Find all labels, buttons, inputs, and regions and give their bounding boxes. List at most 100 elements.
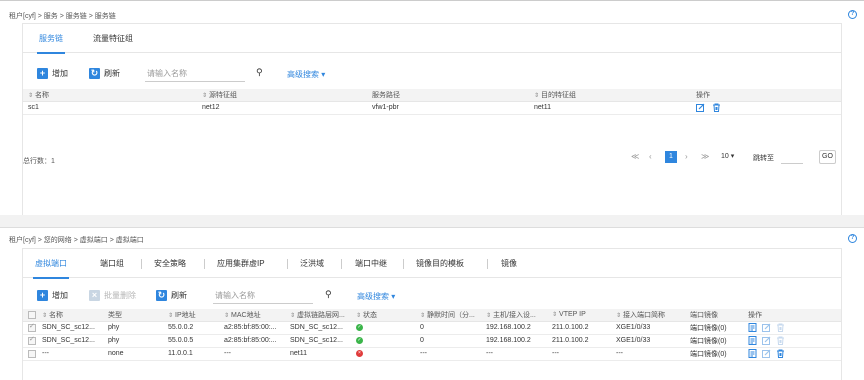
- advanced-search-link[interactable]: 高级搜索 ▾: [357, 291, 395, 302]
- tab-app-cluster-vip[interactable]: 应用集群虚IP: [217, 249, 265, 278]
- tab-mirror-dest-template[interactable]: 镜像目的模板: [416, 249, 464, 278]
- detail-icon[interactable]: [748, 336, 757, 345]
- table-header: ⇕ 名称 ⇕ 源特征组 服务路径 ⇕ 目的特征组 操作: [23, 89, 841, 102]
- edit-icon[interactable]: [762, 336, 771, 345]
- table-row[interactable]: sc1 net12 vfw1-pbr net11: [23, 101, 841, 115]
- column-source-feature[interactable]: ⇕ 源特征组: [197, 89, 367, 102]
- cell-source: net12: [197, 101, 367, 115]
- go-button[interactable]: GO: [819, 150, 836, 164]
- cell-vnet: SDN_SC_sc12...: [285, 321, 351, 335]
- tab-virtual-port[interactable]: 虚拟端口: [33, 249, 69, 279]
- search-icon[interactable]: ⚲: [325, 289, 332, 300]
- page-size-select[interactable]: 10 ▾: [721, 152, 734, 160]
- jump-page-input[interactable]: [781, 151, 803, 164]
- column-mac[interactable]: ⇕ MAC地址: [219, 309, 285, 322]
- cell-name: ---: [37, 347, 103, 361]
- tab-mirror[interactable]: 镜像: [501, 249, 517, 278]
- table-row[interactable]: SDN_SC_sc12...phy55.0.0.5a2:85:bf:85:00:…: [23, 334, 841, 348]
- column-host[interactable]: ⇕ 主机/接入设...: [481, 309, 547, 322]
- cell-host: 192.168.100.2: [481, 321, 547, 335]
- cell-mac: a2:85:bf:85:00:...: [219, 321, 285, 335]
- edit-icon[interactable]: [762, 349, 771, 358]
- cell-host: ---: [481, 347, 547, 361]
- tab-bar: 服务链 流量特征组: [23, 24, 841, 54]
- cell-path: vfw1-pbr: [367, 101, 529, 115]
- refresh-icon: ↻: [156, 290, 167, 301]
- status-indicator: ✓: [351, 321, 415, 335]
- cell-mac: a2:85:bf:85:00:...: [219, 334, 285, 348]
- column-name[interactable]: ⇕ 名称: [23, 89, 197, 102]
- status-indicator: ×: [351, 347, 415, 361]
- cell-type: phy: [103, 334, 163, 348]
- column-ip[interactable]: ⇕ IP地址: [163, 309, 219, 322]
- cell-vnet: net11: [285, 347, 351, 361]
- help-icon[interactable]: ?: [848, 234, 857, 243]
- last-page-button[interactable]: ≫: [701, 152, 709, 161]
- tab-separator: [141, 259, 142, 269]
- row-checkbox[interactable]: [23, 334, 37, 348]
- cell-mirror: 端口镜像(0): [685, 321, 743, 335]
- column-vtep[interactable]: ⇕ VTEP IP: [547, 309, 611, 322]
- select-all-checkbox[interactable]: [23, 309, 37, 322]
- tab-port-group[interactable]: 端口组: [100, 249, 124, 278]
- cell-name: sc1: [23, 101, 197, 115]
- jump-label: 跳转至: [753, 155, 774, 162]
- column-access-port[interactable]: ⇕ 接入端口简称: [611, 309, 685, 322]
- next-page-button[interactable]: ›: [685, 152, 688, 161]
- cell-host: 192.168.100.2: [481, 334, 547, 348]
- cell-vnet: SDN_SC_sc12...: [285, 334, 351, 348]
- detail-icon[interactable]: [748, 349, 757, 358]
- tab-port-relay[interactable]: 端口中继: [355, 249, 387, 278]
- column-port-mirror: 端口镜像: [685, 309, 743, 322]
- column-status[interactable]: ⇕ 状态: [351, 309, 415, 322]
- cell-vtep: ---: [547, 347, 611, 361]
- column-dest-feature[interactable]: ⇕ 目的特征组: [529, 89, 691, 102]
- refresh-icon: ↻: [89, 68, 100, 79]
- first-page-button[interactable]: ≪: [631, 152, 639, 161]
- delete-icon[interactable]: [776, 349, 785, 358]
- column-service-path: 服务路径: [367, 89, 529, 102]
- help-icon[interactable]: ?: [848, 10, 857, 19]
- cell-port: XGE1/0/33: [611, 334, 685, 348]
- cell-actions: [743, 321, 841, 335]
- row-checkbox[interactable]: [23, 321, 37, 335]
- cell-actions: [743, 347, 841, 361]
- plus-icon: +: [37, 290, 48, 301]
- status-ok-icon: ✓: [356, 323, 363, 331]
- advanced-search-link[interactable]: 高级搜索 ▾: [287, 69, 325, 80]
- detail-icon[interactable]: [748, 323, 757, 332]
- cell-name: SDN_SC_sc12...: [37, 334, 103, 348]
- column-vnet[interactable]: ⇕ 虚拟链路层网...: [285, 309, 351, 322]
- pagination: ≪ ‹ 1 › ≫ 10 ▾ 跳转至 GO: [631, 150, 841, 166]
- toolbar: + 增加 ↻ 刷新 ⚲ 高级搜索 ▾: [23, 64, 841, 84]
- prev-page-button[interactable]: ‹: [649, 152, 652, 161]
- tab-flood-domain[interactable]: 泛洪域: [300, 249, 324, 278]
- table-row[interactable]: --- none 11.0.0.1 --- net11 × --- --- --- --- 端口镜像…: [23, 347, 841, 361]
- delete-icon[interactable]: [712, 103, 721, 112]
- row-checkbox[interactable]: [23, 347, 37, 361]
- tab-service-chain[interactable]: 服务链: [37, 24, 65, 54]
- column-name[interactable]: ⇕ 名称: [37, 309, 103, 322]
- total-rows: 总行数：1: [23, 158, 55, 165]
- edit-icon[interactable]: [696, 103, 705, 112]
- current-page[interactable]: 1: [665, 151, 677, 163]
- table-row[interactable]: SDN_SC_sc12...phy55.0.0.2a2:85:bf:85:00:…: [23, 321, 841, 335]
- search-input[interactable]: [145, 66, 245, 81]
- service-chain-panel: 租户[cyf] > 服务 > 服务链 > 服务链 ? 服务链 流量特征组 + 增…: [0, 0, 864, 215]
- delete-icon[interactable]: [776, 336, 785, 345]
- tab-separator: [287, 259, 288, 269]
- cell-mac: ---: [219, 347, 285, 361]
- edit-icon[interactable]: [762, 323, 771, 332]
- cell-actions: [743, 334, 841, 348]
- delete-icon[interactable]: [776, 323, 785, 332]
- tab-security-policy[interactable]: 安全策略: [154, 249, 186, 278]
- tab-separator: [204, 259, 205, 269]
- search-input[interactable]: [213, 288, 313, 303]
- service-chain-content: 服务链 流量特征组 + 增加 ↻ 刷新 ⚲ 高级搜索 ▾ ⇕名称 ⇕源特: [22, 23, 842, 215]
- cell-port: XGE1/0/33: [611, 321, 685, 335]
- column-quiet-time[interactable]: ⇕ 静默时间（分...: [415, 309, 481, 322]
- status-indicator: ✓: [351, 334, 415, 348]
- tab-bar: 虚拟端口 端口组 安全策略 应用集群虚IP 泛洪域 端口中继 镜像目的模板 镜像: [23, 249, 841, 279]
- tab-traffic-feature-group[interactable]: 流量特征组: [93, 24, 133, 53]
- search-icon[interactable]: ⚲: [256, 67, 263, 78]
